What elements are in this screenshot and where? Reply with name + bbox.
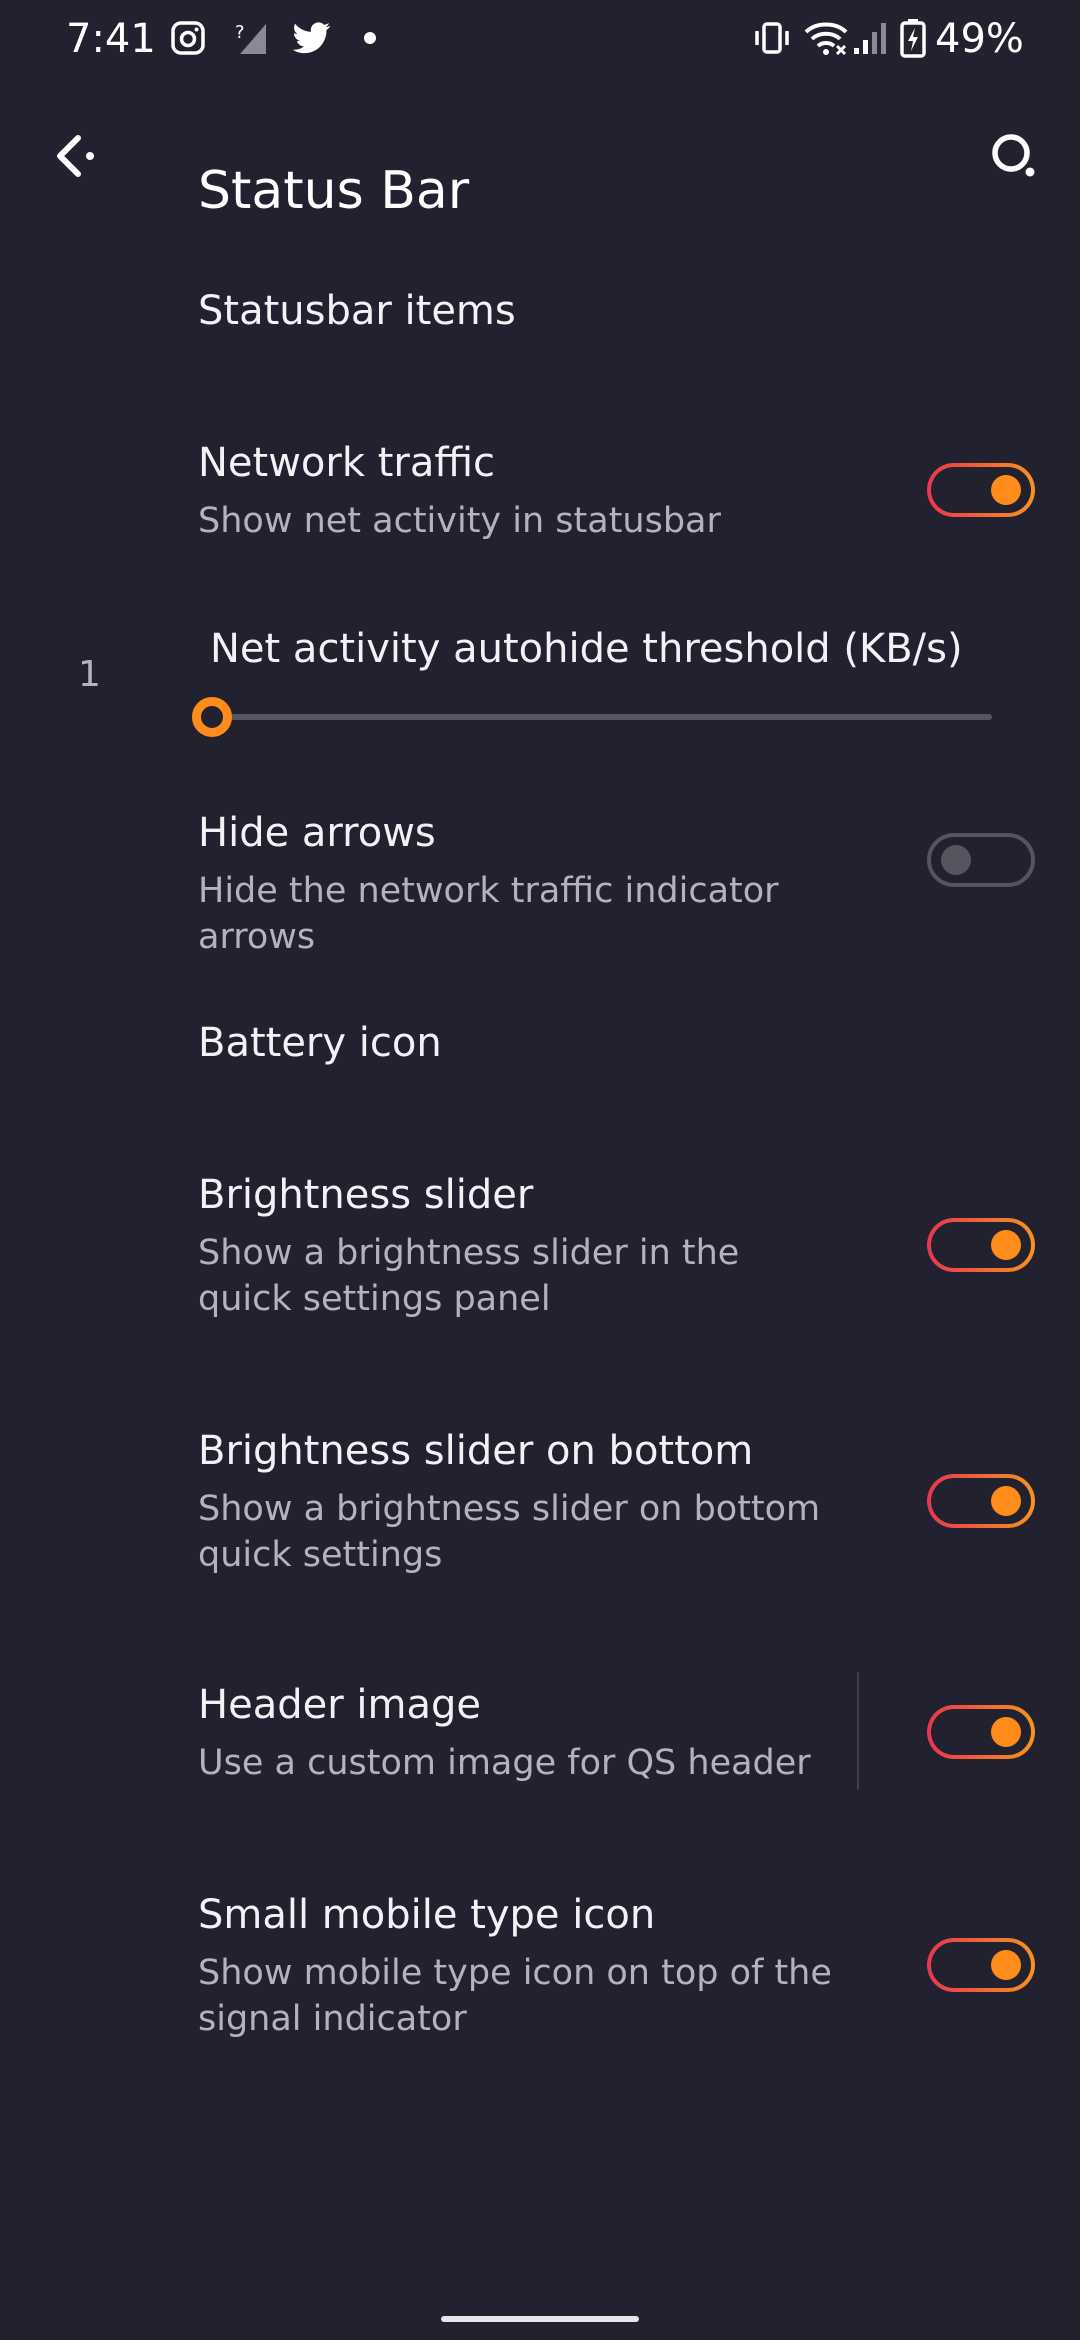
page-title: Status Bar [198, 160, 470, 221]
svg-text:?: ? [235, 22, 245, 43]
pref-small-mobile-type-icon[interactable]: Small mobile type icon Show mobile type … [0, 1872, 1080, 2068]
instagram-icon [168, 18, 208, 58]
slider-label: Net activity autohide threshold (KB/s) [210, 626, 963, 672]
pref-title: Header image [198, 1682, 481, 1728]
pref-battery-icon[interactable]: Battery icon [0, 1002, 1080, 1084]
hide-arrows-switch[interactable] [927, 833, 1035, 887]
switch-thumb [941, 845, 971, 875]
divider [857, 1672, 859, 1790]
twitter-icon [290, 18, 334, 58]
pref-title: Hide arrows [198, 810, 436, 856]
switch-thumb [991, 1950, 1021, 1980]
brightness-slider-switch[interactable] [927, 1218, 1035, 1272]
pref-title: Battery icon [198, 1020, 442, 1066]
back-arrow-icon [57, 135, 94, 177]
pref-summary: Show mobile type icon on top of the sign… [198, 1953, 832, 2039]
slider-track[interactable] [212, 714, 992, 720]
pref-network-traffic[interactable]: Network traffic Show net activity in sta… [0, 420, 1080, 570]
back-button[interactable] [42, 120, 114, 192]
pref-summary: Show a brightness slider on bottom quick… [198, 1489, 821, 1575]
gesture-nav-handle[interactable] [441, 2316, 639, 2322]
small-mobile-type-icon-switch[interactable] [927, 1938, 1035, 1992]
battery-percent: 49% [935, 16, 1024, 62]
app-bar: Status Bar [0, 100, 1080, 221]
pref-summary: Show a brightness slider in the quick se… [198, 1233, 740, 1319]
pref-summary: Use a custom image for QS header [198, 1743, 811, 1783]
pref-title: Brightness slider on bottom [198, 1428, 754, 1474]
battery-charging-icon [898, 18, 928, 58]
brightness-slider-bottom-switch[interactable] [927, 1474, 1035, 1528]
slider-thumb[interactable] [192, 697, 232, 737]
pref-title: Statusbar items [198, 288, 516, 334]
no-signal-icon: ? [232, 18, 272, 58]
pref-title: Network traffic [198, 440, 496, 486]
system-status-bar: 7:41 ? 49% [0, 0, 1080, 78]
pref-title: Brightness slider [198, 1172, 534, 1218]
pref-brightness-slider-bottom[interactable]: Brightness slider on bottom Show a brigh… [0, 1408, 1080, 1604]
pref-statusbar-items[interactable]: Statusbar items [0, 270, 1080, 352]
wifi-icon [804, 18, 848, 58]
switch-thumb [991, 475, 1021, 505]
header-image-switch[interactable] [927, 1705, 1035, 1759]
pref-summary: Hide the network traffic indicator arrow… [198, 871, 779, 957]
switch-thumb [991, 1717, 1021, 1747]
pref-hide-arrows[interactable]: Hide arrows Hide the network traffic ind… [0, 790, 1080, 957]
pref-header-image[interactable]: Header image Use a custom image for QS h… [0, 1662, 1080, 1812]
search-icon [992, 134, 1035, 177]
vibrate-icon [752, 18, 792, 58]
pref-brightness-slider[interactable]: Brightness slider Show a brightness slid… [0, 1152, 1080, 1348]
pref-title: Small mobile type icon [198, 1892, 656, 1938]
cell-signal-icon [852, 18, 888, 58]
switch-thumb [991, 1230, 1021, 1260]
settings-screen: 7:41 ? 49% Status Bar Statusbar items Ne… [0, 0, 1080, 2340]
notification-dot-icon [360, 18, 380, 58]
search-button[interactable] [978, 120, 1050, 192]
clock: 7:41 [66, 16, 156, 62]
slider-value: 1 [78, 654, 101, 695]
pref-summary: Show net activity in statusbar [198, 501, 721, 541]
network-traffic-switch[interactable] [927, 463, 1035, 517]
switch-thumb [991, 1486, 1021, 1516]
